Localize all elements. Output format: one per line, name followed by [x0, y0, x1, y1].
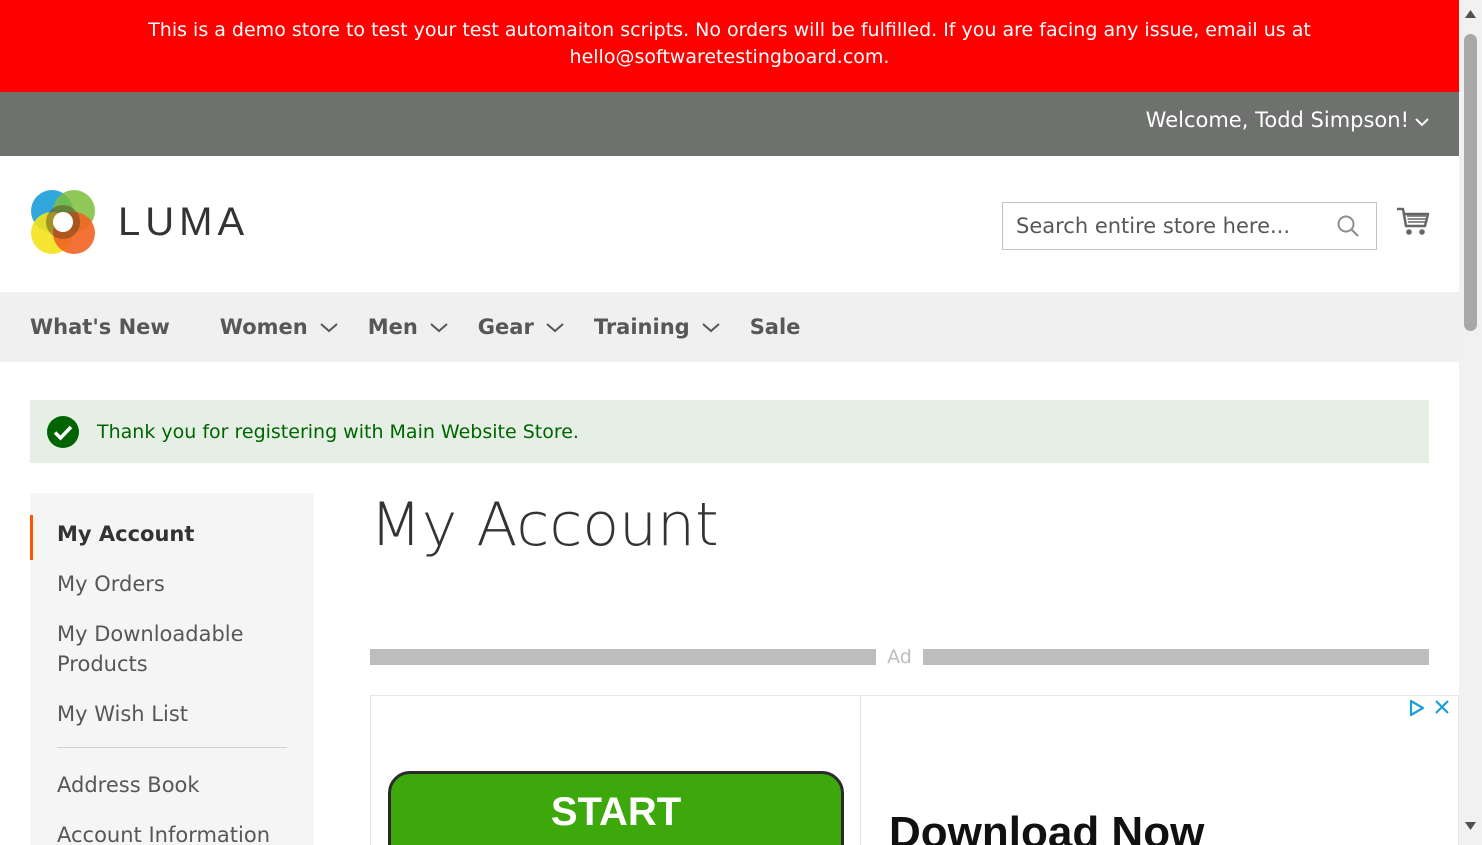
success-message-text: Thank you for registering with Main Webs… [97, 420, 579, 443]
customer-menu-toggle[interactable]: Welcome, Todd Simpson! [1146, 108, 1429, 132]
chevron-down-icon [1415, 118, 1429, 127]
nav-label: What's New [30, 315, 170, 339]
sidebar-divider [57, 747, 287, 748]
nav-gear[interactable]: Gear [478, 315, 564, 339]
search-box [1002, 202, 1377, 250]
site-header: LUMA [0, 156, 1459, 292]
success-message: Thank you for registering with Main Webs… [30, 400, 1429, 463]
luma-logo-icon [31, 190, 95, 254]
ad-start-button[interactable]: START [388, 771, 844, 845]
logo-text: LUMA [118, 199, 250, 244]
scroll-up-arrow-icon[interactable] [1465, 10, 1476, 18]
ad-image-panel: START [371, 696, 861, 845]
shopping-cart-icon[interactable] [1396, 206, 1430, 238]
nav-label: Sale [749, 315, 801, 339]
ad-divider-line [923, 649, 1429, 665]
search-input[interactable] [1003, 203, 1323, 249]
sidebar-item-my-downloadable-products[interactable]: My Downloadable Products [30, 615, 314, 683]
sidebar-item-my-account[interactable]: My Account [30, 515, 314, 560]
sidebar-item-my-orders[interactable]: My Orders [30, 565, 314, 603]
page-scrollbar[interactable] [1459, 0, 1482, 845]
nav-label: Women [219, 315, 308, 339]
close-icon[interactable] [1434, 699, 1450, 715]
sidebar-item-my-wish-list[interactable]: My Wish List [30, 695, 314, 733]
account-sidebar: My Account My Orders My Downloadable Pro… [30, 493, 314, 845]
welcome-message: Welcome, Todd Simpson! [1145, 108, 1409, 132]
nav-training[interactable]: Training [594, 315, 720, 339]
main-navigation: What's New Women Men Gear Training Sale [0, 292, 1459, 362]
ad-divider-line [370, 649, 876, 665]
ad-separator: Ad [370, 646, 1429, 668]
sidebar-item-account-information[interactable]: Account Information [30, 816, 314, 845]
nav-whats-new[interactable]: What's New [30, 315, 170, 339]
search-icon[interactable] [1336, 214, 1360, 238]
nav-label: Men [367, 315, 418, 339]
chevron-down-icon [320, 322, 338, 332]
sidebar-item-address-book[interactable]: Address Book [30, 766, 314, 804]
ad-headline[interactable]: Download Now [889, 808, 1204, 845]
advertisement[interactable]: START Download Now [370, 695, 1459, 845]
nav-women[interactable]: Women [220, 315, 338, 339]
chevron-down-icon [430, 322, 448, 332]
ad-label: Ad [887, 646, 912, 668]
top-bar: Welcome, Todd Simpson! [0, 92, 1459, 156]
nav-sale[interactable]: Sale [750, 315, 801, 339]
nav-label: Gear [477, 315, 534, 339]
chevron-down-icon [702, 322, 720, 332]
luma-logo[interactable]: LUMA [30, 189, 249, 255]
checkmark-icon [47, 415, 79, 448]
nav-label: Training [593, 315, 690, 339]
adchoices-icon[interactable] [1408, 699, 1426, 717]
demo-notice-banner: This is a demo store to test your test a… [0, 0, 1459, 92]
demo-notice-text: This is a demo store to test your test a… [148, 19, 1311, 68]
chevron-down-icon [546, 322, 564, 332]
ad-start-label: START [550, 790, 682, 834]
page-title: My Account [370, 490, 719, 560]
scrollbar-thumb[interactable] [1464, 34, 1477, 331]
nav-men[interactable]: Men [368, 315, 448, 339]
scroll-down-arrow-icon[interactable] [1465, 822, 1476, 830]
